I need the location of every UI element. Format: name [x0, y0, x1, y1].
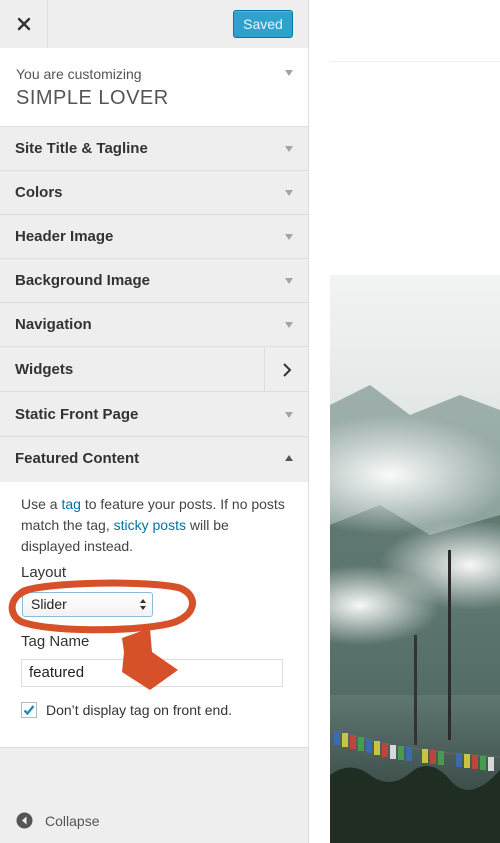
- featured-description: Use a tag to feature your posts. If no p…: [21, 494, 291, 557]
- collapse-arrow-icon: [16, 812, 33, 829]
- customizer-panel: Saved You are customizing SIMPLE LOVER S…: [0, 0, 309, 843]
- customizing-label: You are customizing: [16, 66, 142, 82]
- section-site-title-tagline[interactable]: Site Title & Tagline: [0, 127, 308, 171]
- theme-name: SIMPLE LOVER: [16, 87, 169, 109]
- widgets-open-button[interactable]: [264, 348, 308, 392]
- close-button[interactable]: [0, 0, 48, 48]
- expand-arrow-icon: [285, 234, 293, 240]
- hide-tag-label: Don’t display tag on front end.: [46, 702, 233, 718]
- section-title: Static Front Page: [15, 406, 139, 423]
- section-static-front-page[interactable]: Static Front Page: [0, 393, 308, 437]
- section-title: Background Image: [15, 272, 151, 289]
- section-featured-content[interactable]: Featured Content: [0, 437, 308, 481]
- section-background-image[interactable]: Background Image: [0, 259, 308, 303]
- description-text: Use a: [21, 496, 62, 512]
- expand-arrow-icon: [285, 146, 293, 152]
- section-colors[interactable]: Colors: [0, 171, 308, 215]
- close-icon: [17, 17, 30, 31]
- featured-content-body: Use a tag to feature your posts. If no p…: [0, 482, 308, 748]
- expand-arrow-icon: [285, 278, 293, 284]
- collapse-button[interactable]: Collapse: [16, 812, 99, 829]
- expand-arrow-icon: [285, 412, 293, 418]
- section-title: Colors: [15, 184, 63, 201]
- checkmark-icon: [23, 705, 35, 716]
- collapse-arrow-icon: [285, 455, 293, 461]
- customizer-header: Saved: [0, 0, 308, 49]
- tag-link[interactable]: tag: [61, 496, 80, 512]
- site-preview: [310, 0, 500, 843]
- hide-tag-checkbox[interactable]: [21, 702, 37, 718]
- section-title: Featured Content: [15, 450, 140, 467]
- tag-name-input[interactable]: featured: [21, 659, 283, 687]
- header-photo: [330, 275, 500, 843]
- tag-name-label: Tag Name: [21, 633, 90, 650]
- expand-arrow-icon: [285, 190, 293, 196]
- sticky-posts-link[interactable]: sticky posts: [114, 517, 186, 533]
- misty-mountain-image: [330, 275, 500, 843]
- section-header-image[interactable]: Header Image: [0, 215, 308, 259]
- layout-label: Layout: [21, 564, 67, 581]
- preview-divider: [330, 61, 500, 62]
- saved-button[interactable]: Saved: [233, 10, 293, 38]
- section-title: Header Image: [15, 228, 114, 245]
- theme-info[interactable]: You are customizing SIMPLE LOVER: [0, 48, 308, 127]
- section-navigation[interactable]: Navigation: [0, 303, 308, 347]
- expand-arrow-icon: [285, 70, 293, 76]
- chevron-right-icon: [282, 363, 291, 377]
- select-arrows-icon: [140, 599, 146, 610]
- section-title: Navigation: [15, 316, 92, 333]
- collapse-label: Collapse: [45, 812, 100, 829]
- layout-select-value: Slider: [31, 596, 67, 612]
- section-widgets[interactable]: Widgets: [0, 348, 308, 392]
- layout-select[interactable]: Slider: [22, 592, 153, 617]
- section-title: Widgets: [15, 361, 74, 378]
- expand-arrow-icon: [285, 322, 293, 328]
- section-title: Site Title & Tagline: [15, 140, 148, 157]
